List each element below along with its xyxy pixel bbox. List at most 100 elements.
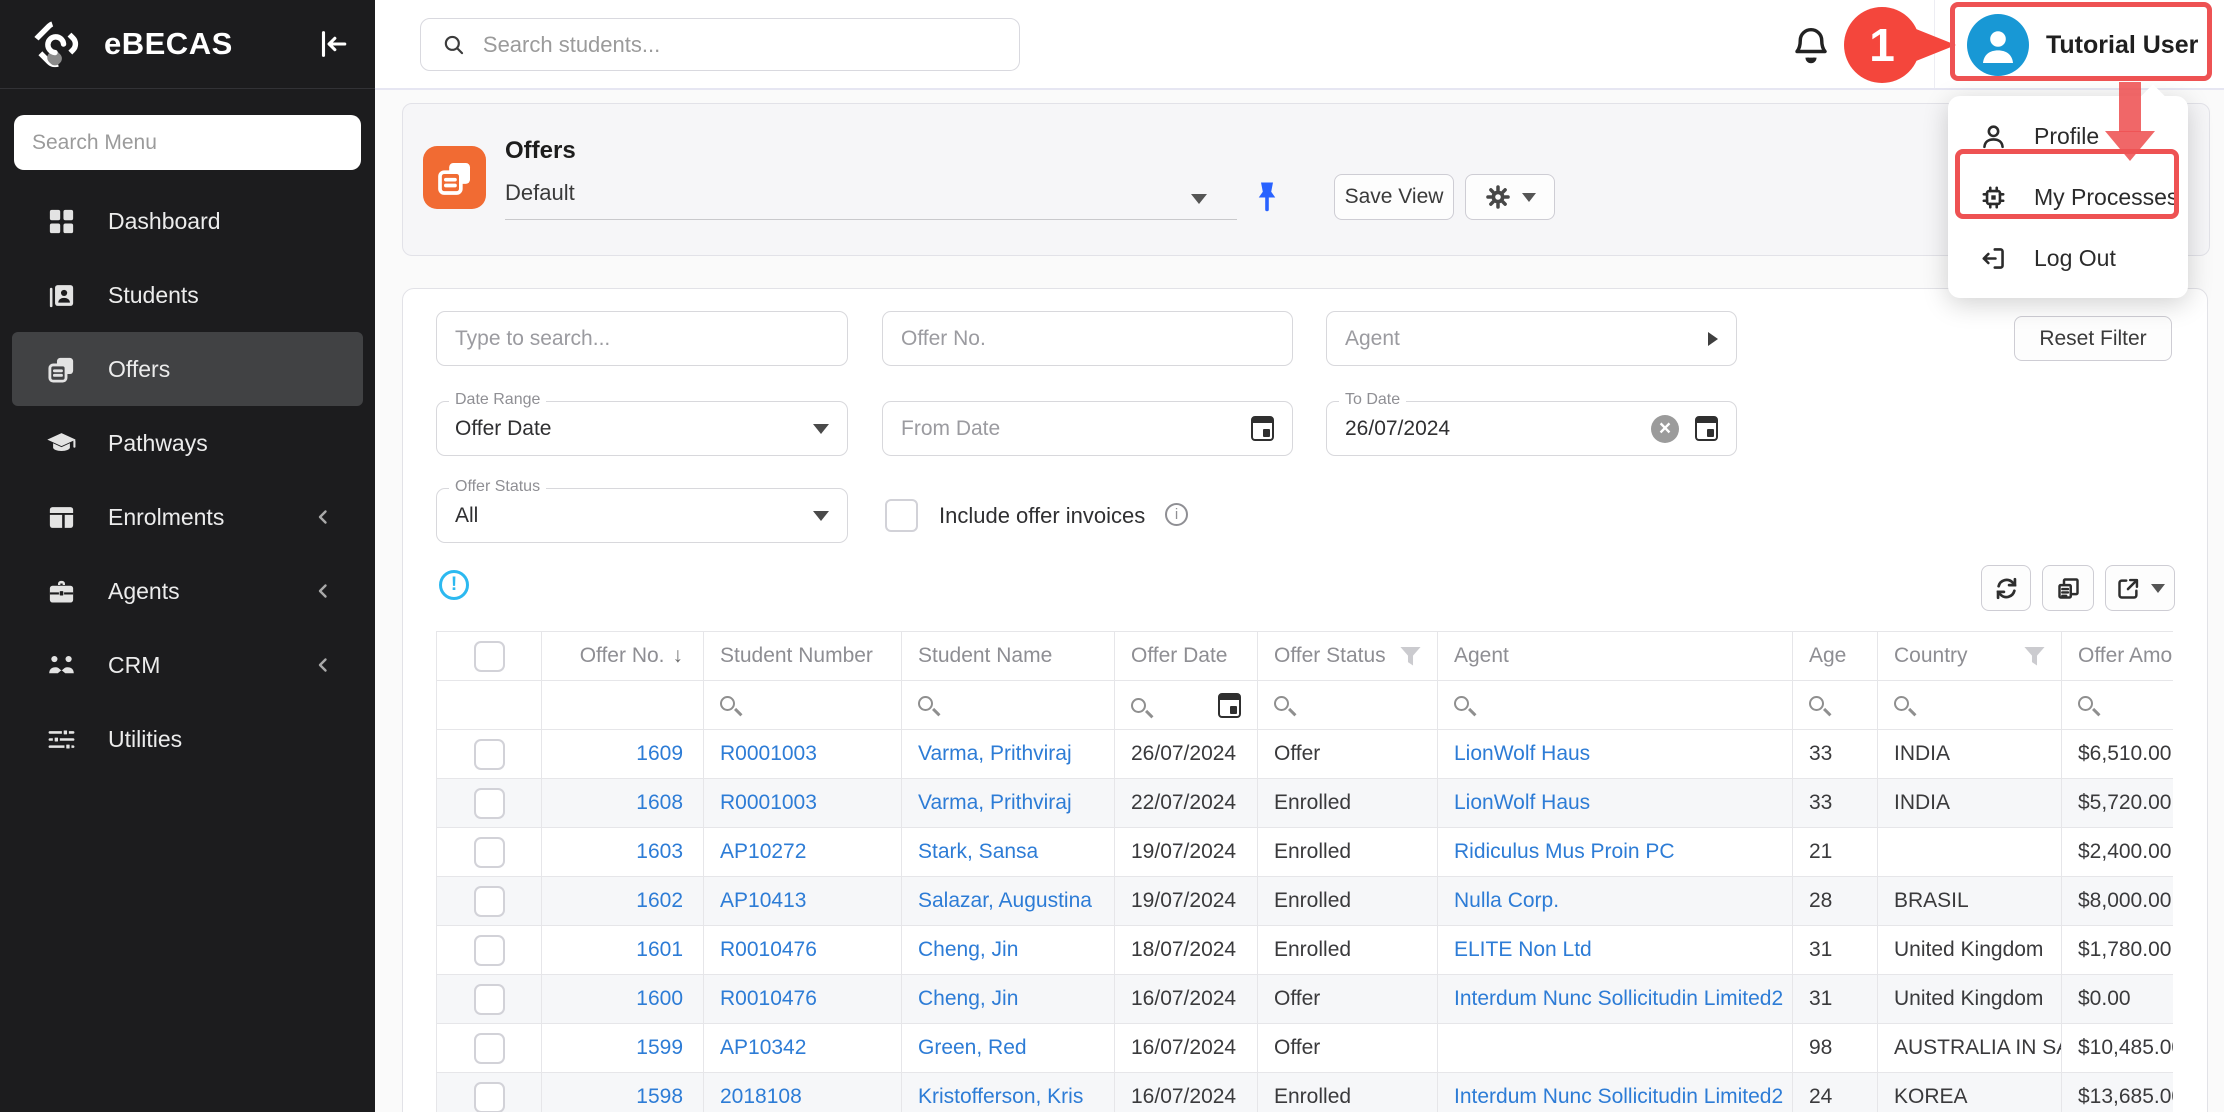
student-name-link[interactable]: Kristofferson, Kris [918,1085,1083,1108]
include-invoices-checkbox[interactable] [885,499,918,532]
offer-no-link[interactable]: 1599 [636,1036,683,1059]
column-header-agent[interactable]: Agent [1438,632,1793,681]
refresh-button[interactable] [1981,565,2031,611]
sidebar-item-students[interactable]: Students [12,258,363,332]
sidebar-item-enrolments[interactable]: Enrolments [12,480,363,554]
student-name-link[interactable]: Green, Red [918,1036,1027,1059]
column-header-student-name[interactable]: Student Name [902,632,1115,681]
calendar-icon[interactable] [1218,693,1241,718]
row-checkbox[interactable] [474,886,505,917]
filter-cell-student-number[interactable] [704,681,902,730]
agent-link[interactable]: Nulla Corp. [1454,889,1559,912]
student-number-link[interactable]: R0010476 [720,987,817,1010]
sidebar-item-pathways[interactable]: Pathways [12,406,363,480]
offer-amount-cell: $8,000.00 [2062,877,2174,926]
offer-status-select[interactable]: Offer Status All [436,488,848,543]
filter-cell-student-name[interactable] [902,681,1115,730]
reset-filter-button[interactable]: Reset Filter [2014,316,2172,361]
sidebar-item-offers[interactable]: Offers [12,332,363,406]
column-header-offer-no[interactable]: Offer No.↓ [542,632,704,681]
quick-search-input[interactable] [455,327,829,351]
row-checkbox[interactable] [474,1033,505,1064]
quick-search-field[interactable] [436,311,848,366]
settings-button[interactable] [1465,174,1555,220]
menu-item-log-out[interactable]: Log Out [1948,228,2188,289]
student-number-link[interactable]: AP10413 [720,889,806,912]
offer-no-link[interactable]: 1598 [636,1085,683,1108]
agent-link[interactable]: ELITE Non Ltd [1454,938,1592,961]
sidebar-search-input[interactable] [32,131,343,155]
sidebar-item-agents[interactable]: Agents [12,554,363,628]
agent-filter-field[interactable]: Agent [1326,311,1737,366]
student-name-link[interactable]: Cheng, Jin [918,938,1018,961]
offer-no-link[interactable]: 1600 [636,987,683,1010]
agent-link[interactable]: LionWolf Haus [1454,791,1590,814]
column-header-student-number[interactable]: Student Number [704,632,902,681]
filter-funnel-icon[interactable] [2024,647,2045,666]
column-header-offer-amount[interactable]: Offer Amount [2062,632,2174,681]
offer-no-field[interactable] [882,311,1293,366]
offer-no-link[interactable]: 1603 [636,840,683,863]
row-checkbox[interactable] [474,984,505,1015]
to-date-field[interactable]: To Date 26/07/2024 × [1326,401,1737,456]
from-date-field[interactable] [882,401,1293,456]
filter-funnel-icon[interactable] [1400,647,1421,666]
student-number-link[interactable]: R0010476 [720,938,817,961]
row-checkbox[interactable] [474,1082,505,1112]
student-number-link[interactable]: R0001003 [720,791,817,814]
student-search-input[interactable] [483,32,999,58]
column-header-offer-date[interactable]: Offer Date [1115,632,1258,681]
offer-no-link[interactable]: 1609 [636,742,683,765]
copy-grid-button[interactable] [2042,565,2094,611]
from-date-input[interactable] [901,417,1251,441]
filter-cell-country[interactable] [1878,681,2062,730]
sidebar-collapse-icon[interactable] [315,27,349,61]
student-number-link[interactable]: AP10272 [720,840,806,863]
student-name-link[interactable]: Varma, Prithviraj [918,791,1072,814]
sidebar-search[interactable] [14,115,361,170]
student-name-link[interactable]: Salazar, Augustina [918,889,1092,912]
filter-cell-agent[interactable] [1438,681,1793,730]
student-search[interactable] [420,18,1020,71]
column-header-age[interactable]: Age [1793,632,1878,681]
student-name-link[interactable]: Cheng, Jin [918,987,1018,1010]
sidebar-item-utilities[interactable]: Utilities [12,702,363,776]
notifications-bell-icon[interactable] [1788,22,1834,68]
sidebar-item-crm[interactable]: CRM [12,628,363,702]
date-range-select[interactable]: Date Range Offer Date [436,401,848,456]
agent-link[interactable]: Interdum Nunc Sollicitudin Limited2 [1454,1085,1783,1108]
grid-info-icon[interactable]: ! [439,570,469,600]
filter-cell-offer-status[interactable] [1258,681,1438,730]
row-checkbox[interactable] [474,935,505,966]
agent-link[interactable]: Ridiculus Mus Proin PC [1454,840,1675,863]
agent-link[interactable]: LionWolf Haus [1454,742,1590,765]
select-all-checkbox[interactable] [474,641,505,672]
view-select[interactable]: Default [505,180,1237,220]
filter-cell-offer-amount[interactable] [2062,681,2174,730]
offer-no-input[interactable] [901,327,1274,351]
student-number-link[interactable]: 2018108 [720,1085,802,1108]
pin-view-icon[interactable] [1249,176,1285,216]
row-checkbox[interactable] [474,739,505,770]
student-number-link[interactable]: R0001003 [720,742,817,765]
offer-no-link[interactable]: 1601 [636,938,683,961]
filter-cell-age[interactable] [1793,681,1878,730]
filter-cell-offer-date[interactable] [1115,681,1258,730]
row-checkbox[interactable] [474,788,505,819]
student-name-link[interactable]: Varma, Prithviraj [918,742,1072,765]
calendar-icon[interactable] [1695,416,1718,441]
clear-date-icon[interactable]: × [1651,415,1679,443]
offer-no-link[interactable]: 1608 [636,791,683,814]
sidebar-item-dashboard[interactable]: Dashboard [12,184,363,258]
filter-cell-offer-no[interactable] [542,681,704,730]
row-checkbox[interactable] [474,837,505,868]
column-header-country[interactable]: Country [1878,632,2062,681]
calendar-icon[interactable] [1251,416,1274,441]
export-button[interactable] [2105,565,2175,611]
offer-no-link[interactable]: 1602 [636,889,683,912]
column-header-offer-status[interactable]: Offer Status [1258,632,1438,681]
student-name-link[interactable]: Stark, Sansa [918,840,1038,863]
agent-link[interactable]: Interdum Nunc Sollicitudin Limited2 [1454,987,1783,1010]
save-view-button[interactable]: Save View [1334,174,1454,220]
student-number-link[interactable]: AP10342 [720,1036,806,1059]
